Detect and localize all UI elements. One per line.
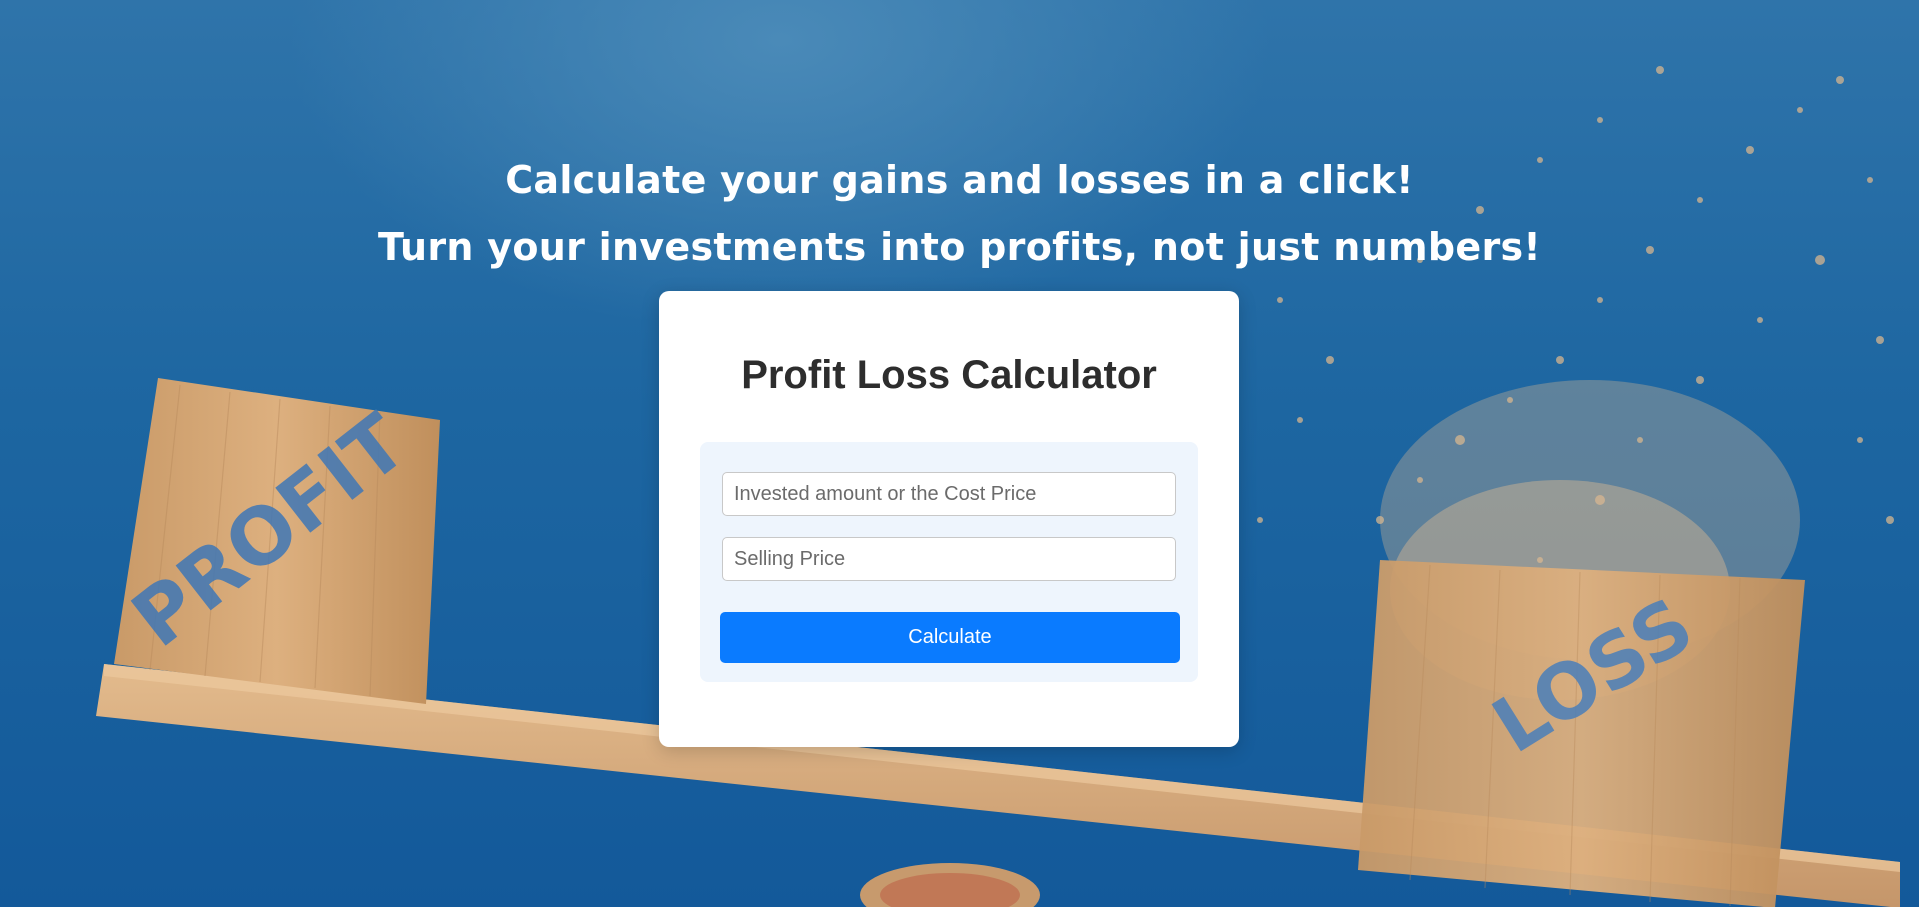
hero-heading-line-2: Turn your investments into profits, not … xyxy=(377,225,1542,269)
loss-block: LOSS xyxy=(1358,560,1805,908)
calculator-title: Profit Loss Calculator xyxy=(741,353,1157,397)
calculator-card: Profit Loss Calculator Calculate xyxy=(659,291,1239,747)
hero-background: PROFIT LOSS Calculate your gains and los… xyxy=(0,0,1919,908)
calculate-button[interactable]: Calculate xyxy=(720,612,1180,663)
cost-price-input[interactable] xyxy=(722,472,1176,516)
selling-price-input[interactable] xyxy=(722,537,1176,581)
profit-block: PROFIT xyxy=(114,378,440,704)
hero-heading-line-1: Calculate your gains and losses in a cli… xyxy=(505,158,1414,202)
calculator-form: Calculate xyxy=(700,442,1198,682)
